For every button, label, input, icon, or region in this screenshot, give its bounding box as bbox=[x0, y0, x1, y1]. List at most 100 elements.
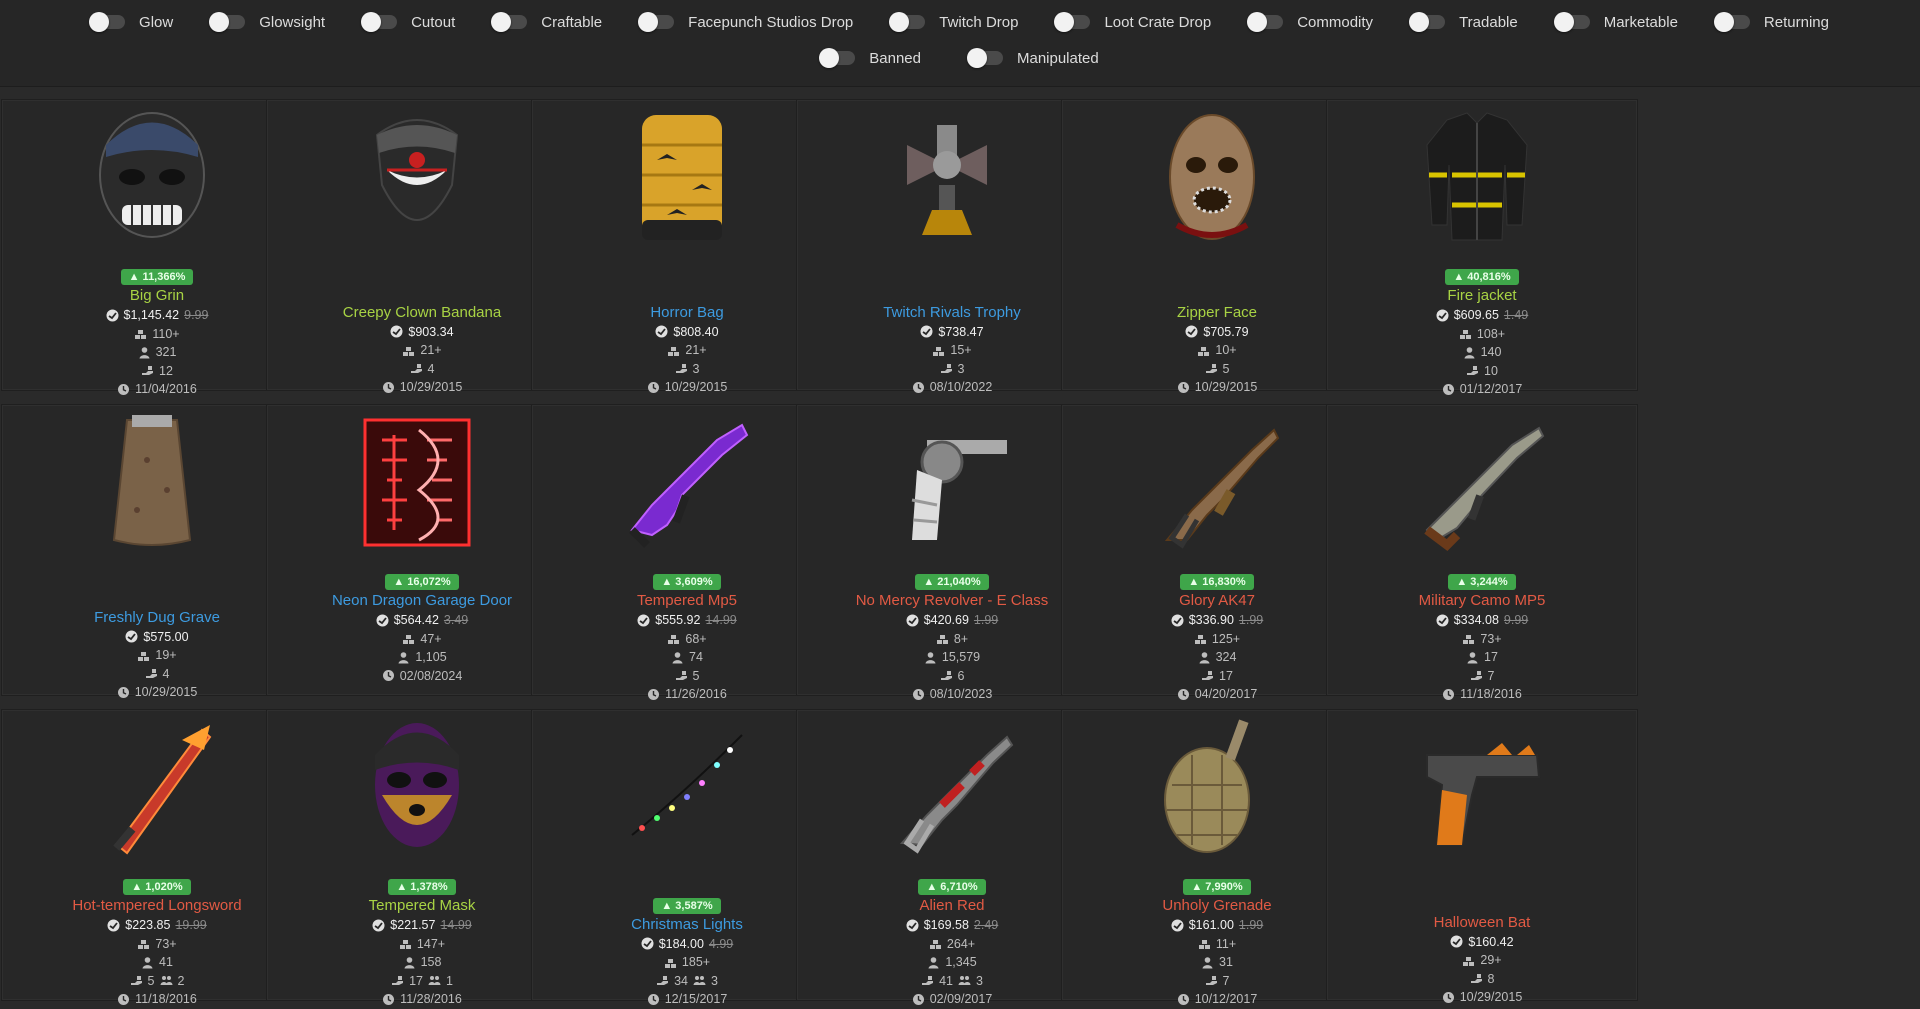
toggle-switch[interactable] bbox=[1409, 12, 1446, 32]
item-price: $903.34 bbox=[408, 324, 454, 339]
item-name[interactable]: Twitch Rivals Trophy bbox=[883, 304, 1021, 322]
toggle-switch[interactable] bbox=[491, 12, 528, 32]
listings-count: 264+ bbox=[929, 935, 975, 954]
owners-count-value: 324 bbox=[1215, 650, 1237, 664]
item-name[interactable]: Halloween Bat bbox=[1434, 914, 1531, 932]
toggle-switch[interactable] bbox=[638, 12, 675, 32]
toggle-switch[interactable] bbox=[1247, 12, 1284, 32]
original-price: 19.99 bbox=[175, 918, 207, 932]
price-line: $336.90 1.99 bbox=[1171, 611, 1263, 630]
filter-facepunch-studios-drop[interactable]: Facepunch Studios Drop bbox=[638, 12, 853, 32]
filter-label: Tradable bbox=[1459, 13, 1518, 31]
original-price: 1.49 bbox=[1503, 308, 1529, 322]
item-name[interactable]: Horror Bag bbox=[650, 304, 723, 322]
filter-commodity[interactable]: Commodity bbox=[1247, 12, 1373, 32]
toggle-switch[interactable] bbox=[1553, 12, 1590, 32]
trade-count: 10 bbox=[1466, 362, 1498, 381]
group-icon bbox=[428, 976, 441, 986]
item-card[interactable]: ▲ 3,244% Military Camo MP5 $334.08 9.99 73+ 1… bbox=[1326, 404, 1638, 701]
zipper-mask-icon bbox=[1169, 113, 1255, 240]
item-name[interactable]: Glory AK47 bbox=[1179, 592, 1255, 610]
item-name[interactable]: Big Grin bbox=[130, 287, 184, 305]
toggle-knob bbox=[89, 12, 110, 32]
original-price: 14.99 bbox=[705, 613, 737, 627]
release-date: 11/18/2016 bbox=[1442, 685, 1522, 704]
smg-camo-icon bbox=[1424, 426, 1545, 551]
steam-icon bbox=[1171, 919, 1184, 932]
filter-marketable[interactable]: Marketable bbox=[1553, 12, 1678, 32]
clock-icon bbox=[1443, 688, 1455, 700]
listings-count: 147+ bbox=[399, 935, 445, 954]
toggle-switch[interactable] bbox=[889, 12, 926, 32]
original-price: 14.99 bbox=[440, 918, 472, 932]
price-line: $420.69 1.99 bbox=[906, 611, 998, 630]
filter-glowsight[interactable]: Glowsight bbox=[209, 12, 325, 32]
steam-icon bbox=[107, 919, 120, 932]
release-date: 10/12/2017 bbox=[1177, 990, 1257, 1009]
clock-icon bbox=[382, 381, 394, 393]
user-icon bbox=[1202, 956, 1213, 969]
toggle-knob bbox=[1409, 12, 1430, 32]
item-name[interactable]: Tempered Mask bbox=[369, 897, 476, 915]
filter-craftable[interactable]: Craftable bbox=[491, 12, 602, 32]
toggle-switch[interactable] bbox=[209, 12, 246, 32]
price-change-badge: ▲ 7,990% bbox=[1183, 879, 1251, 895]
item-name[interactable]: Military Camo MP5 bbox=[1419, 592, 1546, 610]
toggle-switch[interactable] bbox=[89, 12, 126, 32]
item-name[interactable]: Tempered Mp5 bbox=[637, 592, 737, 610]
item-name[interactable]: No Mercy Revolver - E Class bbox=[856, 592, 1049, 610]
trade-icon bbox=[940, 364, 952, 374]
listings-count: 68+ bbox=[667, 630, 707, 649]
filter-cutout[interactable]: Cutout bbox=[361, 12, 455, 32]
item-card[interactable]: ▲ 40,816% Fire jacket $609.65 1.49 108+ 140 10… bbox=[1326, 99, 1638, 396]
price-line: $705.79 bbox=[1185, 323, 1249, 342]
trade-count-value: 3 bbox=[692, 361, 700, 376]
toggle-switch[interactable] bbox=[1713, 12, 1750, 32]
item-name[interactable]: Christmas Lights bbox=[631, 916, 743, 934]
owners-count: 140 bbox=[1463, 343, 1501, 362]
listings-count: 21+ bbox=[667, 341, 707, 360]
item-name[interactable]: Creepy Clown Bandana bbox=[343, 304, 501, 322]
lights-icon bbox=[631, 733, 743, 836]
toggle-knob bbox=[1713, 12, 1734, 32]
release-date: 10/29/2015 bbox=[1177, 378, 1258, 397]
price-line: $160.42 bbox=[1450, 933, 1514, 952]
user-icon bbox=[1464, 346, 1475, 359]
item-name[interactable]: Alien Red bbox=[919, 897, 984, 915]
toggle-switch[interactable] bbox=[1054, 12, 1091, 32]
listings-icon bbox=[1459, 330, 1471, 340]
item-name[interactable]: Neon Dragon Garage Door bbox=[332, 592, 512, 610]
filter-loot-crate-drop[interactable]: Loot Crate Drop bbox=[1054, 12, 1211, 32]
clock-icon bbox=[383, 993, 395, 1005]
mask-skull-icon bbox=[99, 111, 205, 238]
toggle-switch[interactable] bbox=[966, 48, 1003, 68]
price-change-badge: ▲ 21,040% bbox=[915, 574, 989, 590]
filter-twitch-drop[interactable]: Twitch Drop bbox=[889, 12, 1018, 32]
filter-banned[interactable]: Banned bbox=[819, 48, 921, 68]
item-name[interactable]: Freshly Dug Grave bbox=[94, 609, 220, 627]
owners-count-value: 41 bbox=[159, 955, 173, 969]
filter-manipulated[interactable]: Manipulated bbox=[966, 48, 1099, 68]
item-price: $705.79 bbox=[1203, 324, 1249, 339]
steam-icon bbox=[1450, 935, 1463, 948]
toggle-switch[interactable] bbox=[819, 48, 856, 68]
group-icon bbox=[693, 976, 706, 986]
trade-count-value: 7 bbox=[1487, 668, 1495, 683]
item-name[interactable]: Fire jacket bbox=[1447, 287, 1516, 305]
toggle-switch[interactable] bbox=[361, 12, 398, 32]
steam-icon bbox=[906, 614, 919, 627]
filter-tradable[interactable]: Tradable bbox=[1409, 12, 1518, 32]
release-date-value: 10/29/2015 bbox=[1194, 380, 1258, 394]
filter-returning[interactable]: Returning bbox=[1713, 12, 1829, 32]
item-name[interactable]: Unholy Grenade bbox=[1162, 897, 1271, 915]
trade-count: 7 bbox=[1205, 972, 1229, 991]
item-card[interactable]: Halloween Bat $160.42 29+ 8 10/29/2015 bbox=[1326, 709, 1638, 1004]
item-image bbox=[1327, 712, 1637, 862]
trade-count-value: 12 bbox=[159, 363, 173, 378]
filter-glow[interactable]: Glow bbox=[89, 12, 173, 32]
price-line: $221.57 14.99 bbox=[372, 916, 472, 935]
filter-label: Marketable bbox=[1603, 13, 1678, 31]
listings-icon bbox=[1463, 956, 1475, 966]
item-name[interactable]: Hot-tempered Longsword bbox=[72, 897, 241, 915]
item-name[interactable]: Zipper Face bbox=[1177, 304, 1257, 322]
